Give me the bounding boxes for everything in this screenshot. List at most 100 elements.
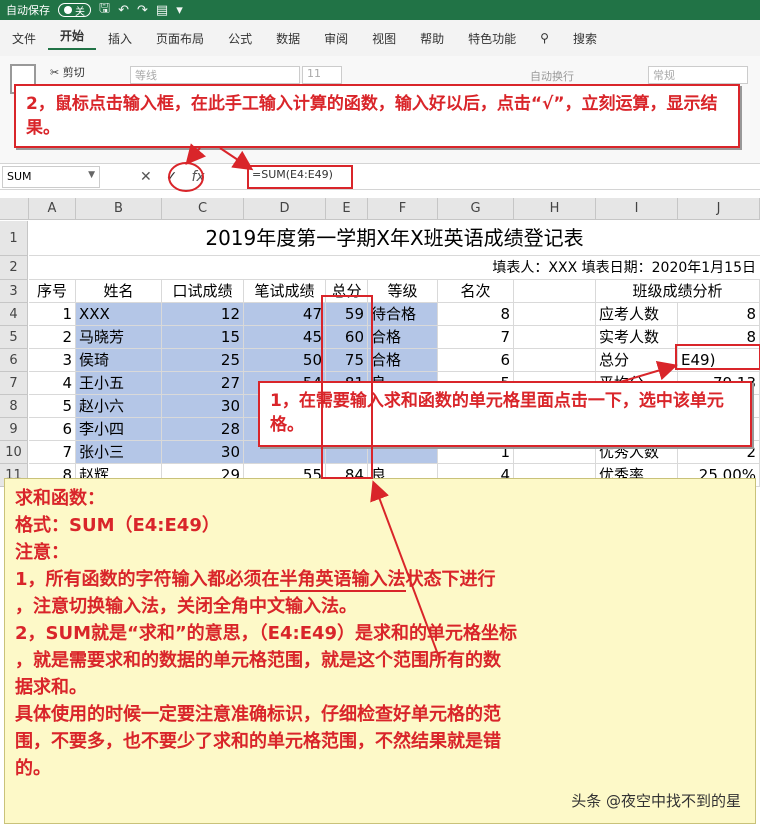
table-cell[interactable]: 47 [244, 303, 326, 326]
table-cell[interactable]: 2 [29, 326, 76, 349]
row-header-7[interactable]: 7 [0, 372, 28, 395]
table-cell[interactable]: 75 [326, 349, 368, 372]
row-header-6[interactable]: 6 [0, 349, 28, 372]
tab-formulas[interactable]: 公式 [216, 30, 264, 47]
cancel-icon[interactable]: ✕ [140, 169, 152, 185]
tab-data[interactable]: 数据 [264, 30, 312, 47]
table-cell[interactable]: 赵小六 [76, 395, 162, 418]
redo-icon[interactable]: ↷ [137, 3, 148, 18]
name-box[interactable]: SUM ▼ [2, 166, 100, 188]
tab-review[interactable]: 审阅 [312, 30, 360, 47]
wrap-text-button[interactable]: 自动换行 [530, 68, 574, 84]
analysis-value[interactable]: 8 [678, 303, 760, 326]
row-header-10[interactable]: 10 [0, 441, 28, 464]
table-cell[interactable]: XXX [76, 303, 162, 326]
table-cell[interactable]: 3 [29, 349, 76, 372]
table-cell[interactable]: 李小四 [76, 418, 162, 441]
table-cell[interactable]: 合格 [368, 326, 438, 349]
enter-check-icon[interactable]: ✓ [166, 169, 178, 185]
analysis-label[interactable]: 实考人数 [596, 326, 678, 349]
insert-function-icon[interactable]: fx [191, 169, 204, 185]
table-cell[interactable]: 王小五 [76, 372, 162, 395]
table-cell[interactable]: 28 [162, 418, 244, 441]
table-cell[interactable]: 27 [162, 372, 244, 395]
customize-chevron-icon[interactable]: ▾ [176, 3, 183, 18]
row-header-8[interactable]: 8 [0, 395, 28, 418]
table-cell[interactable]: 张小三 [76, 441, 162, 464]
table-cell[interactable]: 25 [162, 349, 244, 372]
col-header-f[interactable]: F [368, 198, 438, 220]
table-cell[interactable]: 待合格 [368, 303, 438, 326]
analysis-value[interactable]: E49) [678, 349, 760, 372]
table-cell[interactable]: 6 [29, 418, 76, 441]
table-cell[interactable]: 侯琦 [76, 349, 162, 372]
search-icon[interactable]: ⚲ [528, 31, 561, 45]
select-all-corner[interactable] [0, 198, 29, 220]
tab-features[interactable]: 特色功能 [456, 30, 528, 47]
tab-help[interactable]: 帮助 [408, 30, 456, 47]
col-header-g[interactable]: G [438, 198, 514, 220]
table-cell[interactable]: 59 [326, 303, 368, 326]
sheet-info[interactable]: 填表人：XXX 填表日期：2020年1月15日 [29, 256, 760, 280]
table-cell[interactable]: 30 [162, 441, 244, 464]
header-cell[interactable]: 总分 [326, 280, 368, 303]
header-cell[interactable]: 班级成绩分析 [596, 280, 760, 303]
table-cell[interactable]: 7 [438, 326, 514, 349]
table-cell[interactable] [514, 349, 596, 372]
table-cell[interactable]: 6 [438, 349, 514, 372]
header-cell[interactable]: 序号 [29, 280, 76, 303]
font-size-select[interactable]: 11 [302, 66, 342, 84]
table-cell[interactable]: 马晓芳 [76, 326, 162, 349]
col-header-c[interactable]: C [162, 198, 244, 220]
cut-button[interactable]: ✂ 剪切 [50, 64, 85, 80]
row-header-1[interactable]: 1 [0, 221, 28, 256]
tab-search[interactable]: 搜索 [561, 30, 609, 47]
col-header-a[interactable]: A [29, 198, 76, 220]
row-header-2[interactable]: 2 [0, 256, 28, 280]
col-header-e[interactable]: E [326, 198, 368, 220]
table-cell[interactable]: 50 [244, 349, 326, 372]
tab-file[interactable]: 文件 [0, 30, 48, 47]
header-cell[interactable]: 名次 [438, 280, 514, 303]
header-cell[interactable]: 姓名 [76, 280, 162, 303]
save-icon[interactable]: 🖫 [99, 0, 110, 21]
table-cell[interactable]: 合格 [368, 349, 438, 372]
table-cell[interactable]: 5 [29, 395, 76, 418]
table-cell[interactable]: 60 [326, 326, 368, 349]
table-cell[interactable]: 15 [162, 326, 244, 349]
col-header-d[interactable]: D [244, 198, 326, 220]
chevron-down-icon[interactable]: ▼ [88, 170, 95, 180]
table-cell[interactable] [514, 303, 596, 326]
header-cell[interactable]: 口试成绩 [162, 280, 244, 303]
analysis-label[interactable]: 总分 [596, 349, 678, 372]
table-cell[interactable] [514, 326, 596, 349]
row-header-9[interactable]: 9 [0, 418, 28, 441]
autosave-toggle[interactable]: 关 [58, 3, 91, 18]
print-preview-icon[interactable]: ▤ [156, 3, 168, 18]
sheet-title[interactable]: 2019年度第一学期X年X班英语成绩登记表 [29, 221, 760, 256]
table-cell[interactable]: 8 [438, 303, 514, 326]
table-cell[interactable]: 30 [162, 395, 244, 418]
tab-view[interactable]: 视图 [360, 30, 408, 47]
col-header-b[interactable]: B [76, 198, 162, 220]
table-cell[interactable]: 7 [29, 441, 76, 464]
font-name-select[interactable]: 等线 [130, 66, 300, 84]
tab-insert[interactable]: 插入 [96, 30, 144, 47]
row-header-4[interactable]: 4 [0, 303, 28, 326]
undo-icon[interactable]: ↶ [118, 3, 129, 18]
table-cell[interactable]: 12 [162, 303, 244, 326]
col-header-i[interactable]: I [596, 198, 678, 220]
number-format-select[interactable]: 常规 [648, 66, 748, 84]
col-header-h[interactable]: H [514, 198, 596, 220]
row-header-5[interactable]: 5 [0, 326, 28, 349]
table-cell[interactable]: 1 [29, 303, 76, 326]
tab-home[interactable]: 开始 [48, 27, 97, 50]
analysis-label[interactable]: 应考人数 [596, 303, 678, 326]
header-cell[interactable]: 笔试成绩 [244, 280, 326, 303]
table-cell[interactable]: 4 [29, 372, 76, 395]
header-cell[interactable]: 等级 [368, 280, 438, 303]
row-header-3[interactable]: 3 [0, 280, 28, 303]
analysis-value[interactable]: 8 [678, 326, 760, 349]
tab-page-layout[interactable]: 页面布局 [144, 30, 216, 47]
col-header-j[interactable]: J [678, 198, 760, 220]
